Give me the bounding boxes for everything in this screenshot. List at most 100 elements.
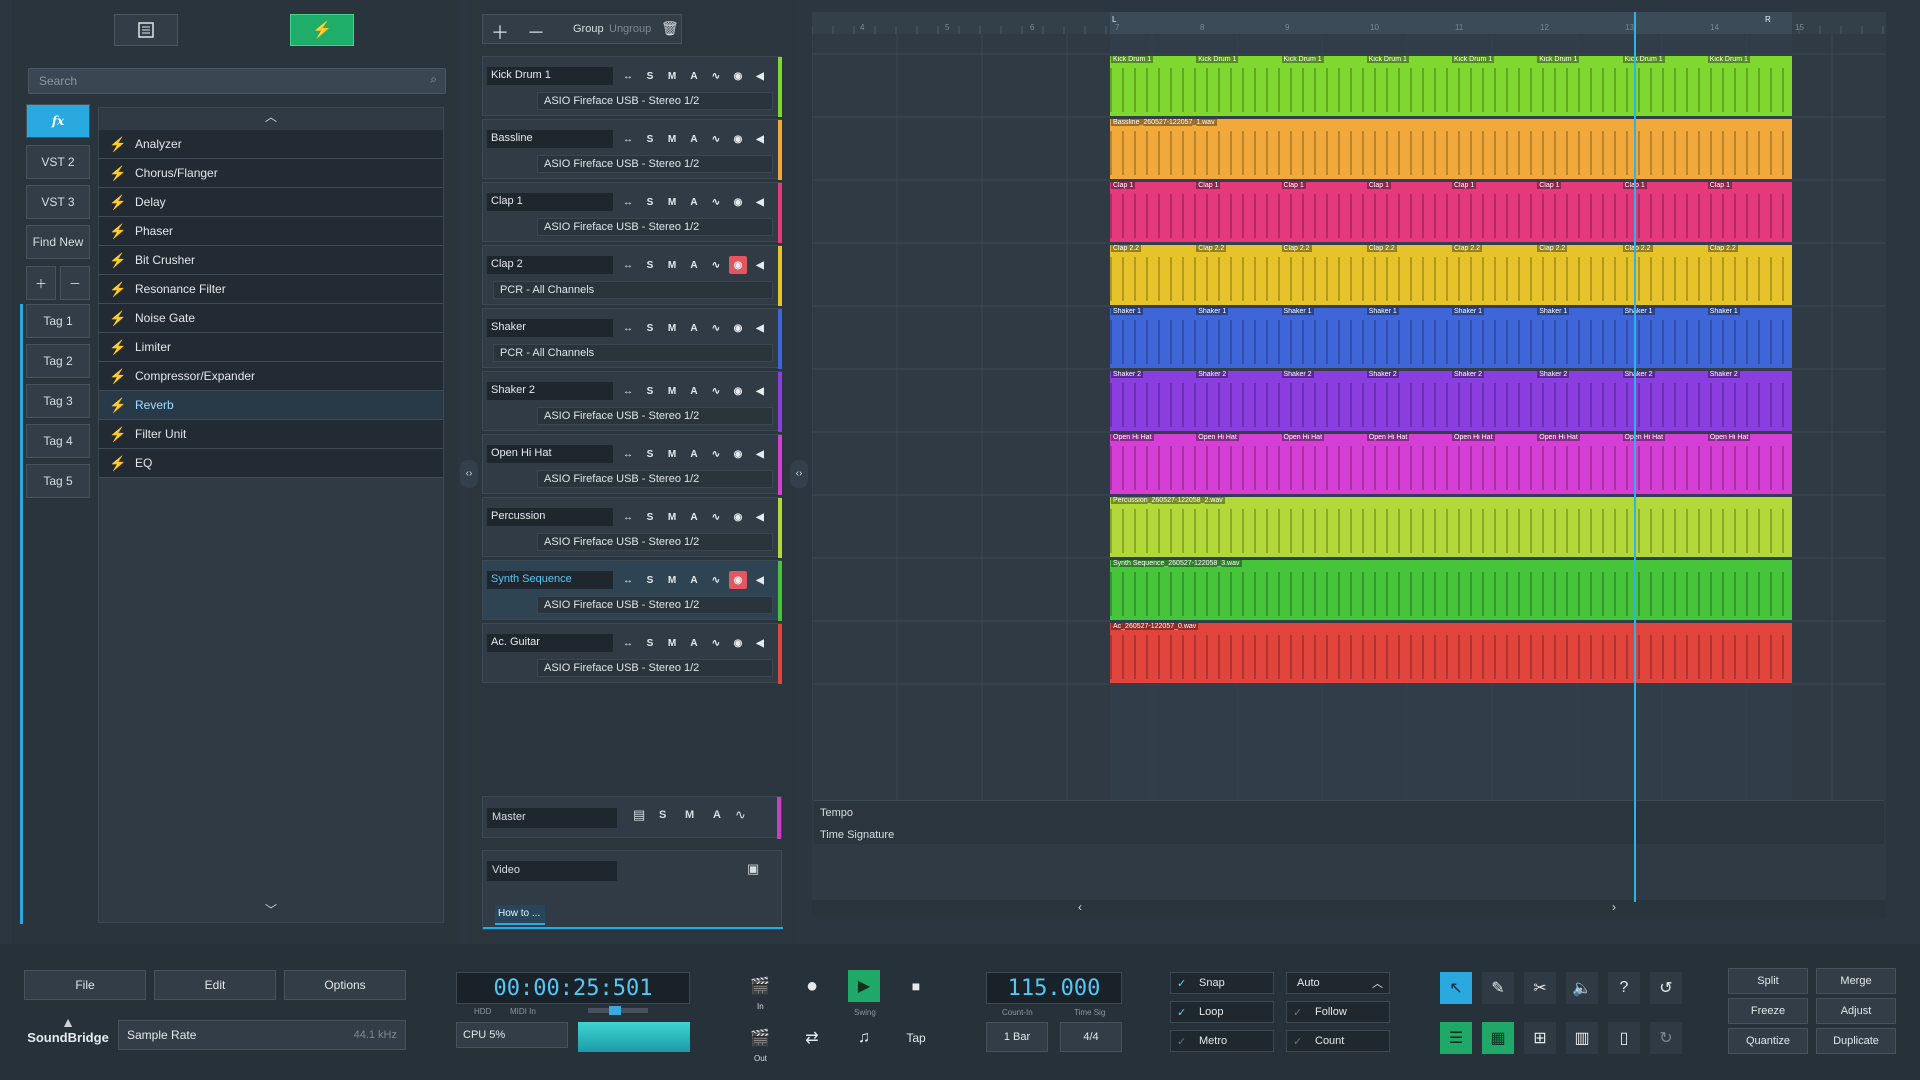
envelope-icon[interactable]: ∿	[707, 634, 725, 652]
plugin-item[interactable]: ⚡ Delay	[99, 188, 443, 217]
mixer-view-button[interactable]: ▦	[1482, 1022, 1514, 1054]
io-select[interactable]: ASIO Fireface USB - Stereo 1/2	[537, 155, 773, 173]
input-monitor-icon[interactable]: ↔	[619, 130, 637, 148]
trash-icon[interactable]: 🗑	[661, 20, 679, 37]
record-arm-button[interactable]: ◉	[729, 67, 747, 85]
mute-button[interactable]: M	[663, 193, 681, 211]
audio-clip[interactable]: Clap 1 Clap 1 Clap 1 Clap 1 Clap 1 Clap 1 Clap…	[1110, 182, 1792, 242]
snap-toggle[interactable]: ✓ Snap	[1170, 972, 1274, 994]
speaker-icon[interactable]: ◀	[751, 319, 769, 337]
master-mute-button[interactable]: M	[685, 809, 694, 821]
track-header[interactable]: Shaker 2 ↔ S M A ∿ ◉ ◀ ASIO Fireface USB - Stere…	[482, 371, 782, 432]
io-select[interactable]: ASIO Fireface USB - Stereo 1/2	[537, 533, 773, 551]
plugin-item[interactable]: ⚡ Filter Unit	[99, 420, 443, 449]
tag-2[interactable]: Tag 2	[26, 344, 90, 378]
input-monitor-icon[interactable]: ↔	[619, 571, 637, 589]
input-monitor-icon[interactable]: ↔	[619, 382, 637, 400]
solo-button[interactable]: S	[641, 571, 659, 589]
solo-button[interactable]: S	[641, 634, 659, 652]
fx-chain-icon[interactable]: ▤	[633, 807, 645, 823]
record-arm-button[interactable]: ◉	[729, 445, 747, 463]
audio-clip[interactable]: Bassline_260527-122057_1.wav	[1110, 119, 1792, 179]
track-name[interactable]: Shaker 2	[487, 382, 613, 400]
record-arm-button[interactable]: ◉	[729, 634, 747, 652]
envelope-icon[interactable]: ∿	[707, 508, 725, 526]
track-header[interactable]: Percussion ↔ S M A ∿ ◉ ◀ ASIO Fireface USB - Ste…	[482, 497, 782, 558]
track-name[interactable]: Ac. Guitar	[487, 634, 613, 652]
track-name[interactable]: Open Hi Hat	[487, 445, 613, 463]
track-header[interactable]: Shaker ↔ S M A ∿ ◉ ◀ PCR - All Channels	[482, 308, 782, 369]
track-header[interactable]: Clap 2 ↔ S M A ∿ ◉ ◀ PCR - All Channels	[482, 245, 782, 306]
undo-icon[interactable]: ↺	[1650, 972, 1682, 1004]
split-button[interactable]: Split	[1728, 968, 1808, 994]
mute-button[interactable]: M	[663, 508, 681, 526]
envelope-icon[interactable]: ∿	[707, 256, 725, 274]
automation-button[interactable]: A	[685, 67, 703, 85]
automation-button[interactable]: A	[685, 130, 703, 148]
record-arm-button[interactable]: ◉	[729, 256, 747, 274]
mute-button[interactable]: M	[663, 634, 681, 652]
scroll-left-icon[interactable]: ‹	[1078, 900, 1082, 914]
record-arm-button[interactable]: ◉	[729, 193, 747, 211]
pencil-tool[interactable]: ✎	[1482, 972, 1514, 1004]
stop-button[interactable]: ■	[900, 970, 932, 1002]
remove-track-button[interactable]: －	[527, 19, 545, 45]
track-header[interactable]: Open Hi Hat ↔ S M A ∿ ◉ ◀ ASIO Fireface USB - St…	[482, 434, 782, 495]
sample-rate-field[interactable]: Sample Rate 44.1 kHz	[118, 1020, 406, 1050]
tag-5[interactable]: Tag 5	[26, 464, 90, 498]
track-header[interactable]: Clap 1 ↔ S M A ∿ ◉ ◀ ASIO Fireface USB - Stereo …	[482, 182, 782, 243]
automation-button[interactable]: A	[685, 193, 703, 211]
plugin-item[interactable]: ⚡ Analyzer	[99, 130, 443, 159]
audio-clip[interactable]: Open Hi Hat Open Hi Hat Open Hi Hat Open Hi…	[1110, 434, 1792, 494]
automation-button[interactable]: A	[685, 382, 703, 400]
add-track-button[interactable]: ＋	[491, 19, 509, 45]
audio-clip[interactable]: Kick Drum 1 Kick Drum 1 Kick Drum 1 Kick Dr…	[1110, 56, 1792, 116]
mute-button[interactable]: M	[663, 571, 681, 589]
track-name[interactable]: Kick Drum 1	[487, 67, 613, 85]
speaker-icon[interactable]: ◀	[751, 508, 769, 526]
browser-files-tab[interactable]	[114, 14, 178, 46]
speaker-icon[interactable]: ◀	[751, 634, 769, 652]
scroll-up-icon[interactable]: ︿	[99, 108, 443, 130]
audio-clip[interactable]: Ac_260527-122057_0.wav	[1110, 623, 1792, 683]
add-button[interactable]: ＋	[26, 266, 56, 300]
solo-button[interactable]: S	[641, 256, 659, 274]
quantize-button[interactable]: Quantize	[1728, 1028, 1808, 1054]
solo-button[interactable]: S	[641, 508, 659, 526]
track-name[interactable]: Synth Sequence	[487, 571, 613, 589]
file-menu[interactable]: File	[24, 970, 146, 1000]
plugin-item[interactable]: ⚡ Limiter	[99, 333, 443, 362]
master-automation-button[interactable]: A	[713, 809, 721, 821]
time-sig-select[interactable]: 4/4	[1060, 1022, 1122, 1052]
input-monitor-icon[interactable]: ↔	[619, 67, 637, 85]
vst3-tab[interactable]: VST 3	[26, 185, 90, 219]
solo-button[interactable]: S	[641, 319, 659, 337]
track-name[interactable]: Clap 1	[487, 193, 613, 211]
io-select[interactable]: ASIO Fireface USB - Stereo 1/2	[537, 92, 773, 110]
plugin-item[interactable]: ⚡ Bit Crusher	[99, 246, 443, 275]
horizontal-scrollbar[interactable]: ‹ ›	[812, 900, 1886, 918]
record-in-button[interactable]: 🎬	[744, 970, 776, 1002]
count-in-select[interactable]: 1 Bar	[986, 1022, 1048, 1052]
record-out-button[interactable]: 🎬	[744, 1022, 776, 1054]
mute-button[interactable]: M	[663, 382, 681, 400]
pointer-tool[interactable]: ↖	[1440, 972, 1472, 1004]
scroll-down-icon[interactable]: ﹀	[99, 901, 443, 918]
envelope-icon[interactable]: ∿	[707, 382, 725, 400]
record-button[interactable]: ●	[796, 970, 828, 1002]
vst2-tab[interactable]: VST 2	[26, 145, 90, 179]
speaker-icon[interactable]: ◀	[751, 193, 769, 211]
position-slider[interactable]	[588, 1006, 648, 1015]
time-display[interactable]: 00:00:25:501	[456, 972, 690, 1004]
tracks-view-button[interactable]: ☰	[1440, 1022, 1472, 1054]
mute-tool[interactable]: 🔈	[1566, 972, 1598, 1004]
plugin-item[interactable]: ⚡ Compressor/Expander	[99, 362, 443, 391]
plugin-item[interactable]: ⚡ Phaser	[99, 217, 443, 246]
audio-clip[interactable]: Clap 2.2 Clap 2.2 Clap 2.2 Clap 2.2 Clap 2.2…	[1110, 245, 1792, 305]
record-arm-button[interactable]: ◉	[729, 130, 747, 148]
audio-clip[interactable]: Synth Sequence_260527-122058_3.wav	[1110, 560, 1792, 620]
sampler-view-button[interactable]: ⊞	[1524, 1022, 1556, 1054]
automation-button[interactable]: A	[685, 571, 703, 589]
mute-button[interactable]: M	[663, 130, 681, 148]
input-monitor-icon[interactable]: ↔	[619, 445, 637, 463]
